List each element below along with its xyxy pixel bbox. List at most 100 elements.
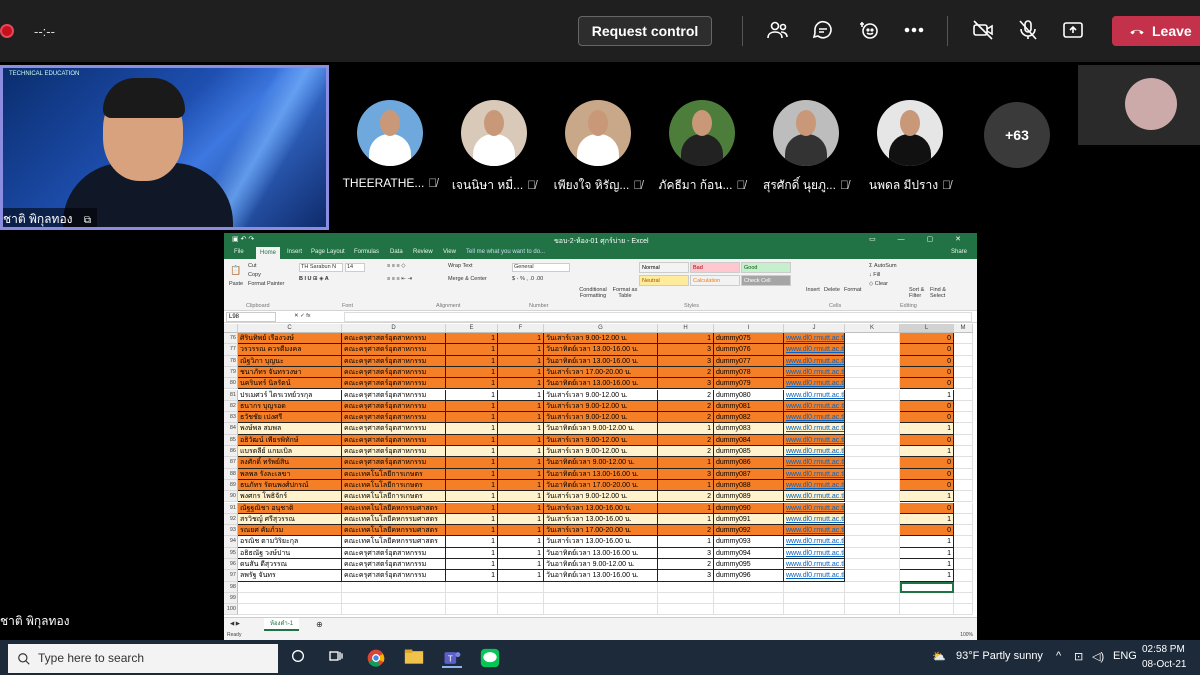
- cell-m[interactable]: [954, 344, 973, 356]
- merge-center-button[interactable]: Merge & Center: [448, 276, 487, 282]
- cell-l[interactable]: 0: [900, 525, 954, 537]
- cell-m[interactable]: [954, 355, 973, 367]
- language-indicator[interactable]: ENG: [1113, 650, 1137, 662]
- cell-l[interactable]: 0: [900, 502, 954, 514]
- cell-g[interactable]: วันเสาร์เวลา 13.00-16.00 น.: [544, 536, 658, 548]
- cell-d[interactable]: คณะเทคโนโลยีการเกษตร: [342, 468, 446, 480]
- cell-f[interactable]: 1: [498, 446, 544, 458]
- cell-h[interactable]: 2: [658, 491, 714, 503]
- cell-h[interactable]: 1: [658, 333, 714, 345]
- cell-h[interactable]: 1: [658, 536, 714, 548]
- mic-off-icon[interactable]: [1016, 18, 1042, 44]
- select-all-corner[interactable]: [224, 324, 238, 333]
- cell-c[interactable]: ธนภัทร รัตนพงศ์ปกรณ์: [238, 479, 342, 492]
- participant-tile[interactable]: ภัคธีมา ก้อน... 🎙̸: [652, 100, 752, 195]
- column-header-g[interactable]: G: [544, 324, 658, 333]
- cell-k[interactable]: [845, 491, 900, 503]
- cell-d[interactable]: คณะครุศาสตร์อุตสาหกรรม: [342, 378, 446, 390]
- tab-data[interactable]: Data: [390, 249, 403, 255]
- empty-cell[interactable]: [544, 592, 658, 605]
- cell-i[interactable]: dummy095: [714, 559, 784, 571]
- cell-j[interactable]: www.dl0.rmutt.ac.th: [784, 389, 845, 401]
- cell-l[interactable]: 0: [900, 400, 954, 413]
- cell-c[interactable]: ธนากร บุญรอด: [238, 400, 342, 413]
- cell-d[interactable]: คณะครุศาสตร์อุตสาหกรรม: [342, 559, 446, 571]
- cell-e[interactable]: 1: [446, 446, 498, 458]
- cell-i[interactable]: dummy076: [714, 344, 784, 356]
- cell-h[interactable]: 3: [658, 355, 714, 367]
- cell-j[interactable]: www.dl0.rmutt.ac.th: [784, 333, 845, 345]
- file-explorer-icon[interactable]: [404, 648, 424, 668]
- empty-cell[interactable]: [784, 592, 845, 605]
- column-header-f[interactable]: F: [498, 324, 544, 333]
- cell-g[interactable]: วันอาทิตย์เวลา 13.00-16.00 น.: [544, 570, 658, 582]
- cell-l[interactable]: 0: [900, 468, 954, 480]
- cell-g[interactable]: วันเสาร์เวลา 13.00-16.00 น.: [544, 502, 658, 514]
- cell-g[interactable]: วันอาทิตย์เวลา 13.00-16.00 น.: [544, 547, 658, 559]
- save-icon[interactable]: ▣ ↶ ↷: [232, 235, 254, 243]
- empty-cell[interactable]: [446, 592, 498, 605]
- row-header[interactable]: 97: [224, 570, 238, 582]
- cell-h[interactable]: 2: [658, 559, 714, 571]
- cell-e[interactable]: 1: [446, 423, 498, 435]
- cell-j[interactable]: www.dl0.rmutt.ac.th: [784, 513, 845, 526]
- cell-l[interactable]: 1: [900, 536, 954, 548]
- cell-m[interactable]: [954, 547, 973, 559]
- cell-h[interactable]: 1: [658, 479, 714, 492]
- empty-cell[interactable]: [658, 604, 714, 616]
- volume-icon[interactable]: ◁): [1092, 650, 1104, 663]
- column-header-l[interactable]: L: [900, 324, 954, 333]
- cell-m[interactable]: [954, 479, 973, 492]
- cell-h[interactable]: 2: [658, 434, 714, 446]
- empty-cell[interactable]: [544, 604, 658, 616]
- sheet-nav-arrows[interactable]: ◀ ▶: [230, 621, 240, 627]
- column-header-d[interactable]: D: [342, 324, 446, 333]
- cell-i[interactable]: dummy083: [714, 423, 784, 435]
- cell-k[interactable]: [845, 513, 900, 526]
- cell-e[interactable]: 1: [446, 333, 498, 345]
- cell-e[interactable]: 1: [446, 355, 498, 367]
- participant-tile[interactable]: THEERATHE... 🎙̸: [340, 100, 440, 190]
- cell-j[interactable]: www.dl0.rmutt.ac.th: [784, 434, 845, 446]
- cell-d[interactable]: คณะครุศาสตร์อุตสาหกรรม: [342, 412, 446, 424]
- insert-cells-button[interactable]: Insert: [806, 287, 820, 293]
- active-speaker-video[interactable]: TECHNICAL EDUCATION ชาติ พิกุลทอง ⧉: [0, 65, 329, 230]
- cell-f[interactable]: 1: [498, 547, 544, 559]
- clear-button[interactable]: ◇ Clear: [869, 281, 888, 287]
- cell-k[interactable]: [845, 400, 900, 413]
- cell-f[interactable]: 1: [498, 457, 544, 469]
- column-header-k[interactable]: K: [845, 324, 900, 333]
- cell-i[interactable]: dummy080: [714, 389, 784, 401]
- cell-g[interactable]: วันเสาร์เวลา 17.00-20.00 น.: [544, 366, 658, 379]
- cell-e[interactable]: 1: [446, 547, 498, 559]
- format-painter-button[interactable]: Format Painter: [248, 281, 284, 287]
- column-header-j[interactable]: J: [784, 324, 845, 333]
- row-header[interactable]: 83: [224, 412, 238, 424]
- weather-text[interactable]: 93°F Partly sunny: [956, 650, 1043, 662]
- cell-j[interactable]: www.dl0.rmutt.ac.th: [784, 412, 845, 424]
- cell-e[interactable]: 1: [446, 457, 498, 469]
- empty-cell[interactable]: [342, 604, 446, 616]
- cell-e[interactable]: 1: [446, 344, 498, 356]
- empty-cell[interactable]: [714, 604, 784, 616]
- cell-f[interactable]: 1: [498, 344, 544, 356]
- cell-h[interactable]: 1: [658, 502, 714, 514]
- cell-c[interactable]: อรณิช ตามวิริยะกุล: [238, 536, 342, 548]
- cell-g[interactable]: วันเสาร์เวลา 9.00-12.00 น.: [544, 491, 658, 503]
- cell-j[interactable]: www.dl0.rmutt.ac.th: [784, 559, 845, 571]
- cell-i[interactable]: dummy090: [714, 502, 784, 514]
- cell-k[interactable]: [845, 559, 900, 571]
- cell-i[interactable]: dummy088: [714, 479, 784, 492]
- alignment-buttons[interactable]: ≡ ≡ ≡ ◇: [387, 263, 405, 269]
- tab-insert[interactable]: Insert: [287, 249, 302, 255]
- cell-m[interactable]: [954, 423, 973, 435]
- column-header-e[interactable]: E: [446, 324, 498, 333]
- style-bad[interactable]: Bad: [690, 262, 740, 273]
- cell-m[interactable]: [954, 378, 973, 390]
- tab-formulas[interactable]: Formulas: [354, 249, 379, 255]
- cell-d[interactable]: คณะครุศาสตร์อุตสาหกรรม: [342, 400, 446, 413]
- empty-cell[interactable]: [845, 581, 900, 593]
- cell-c[interactable]: ลพรัฐ จันทร: [238, 570, 342, 582]
- format-cells-button[interactable]: Format: [844, 287, 861, 293]
- empty-cell[interactable]: [900, 604, 954, 616]
